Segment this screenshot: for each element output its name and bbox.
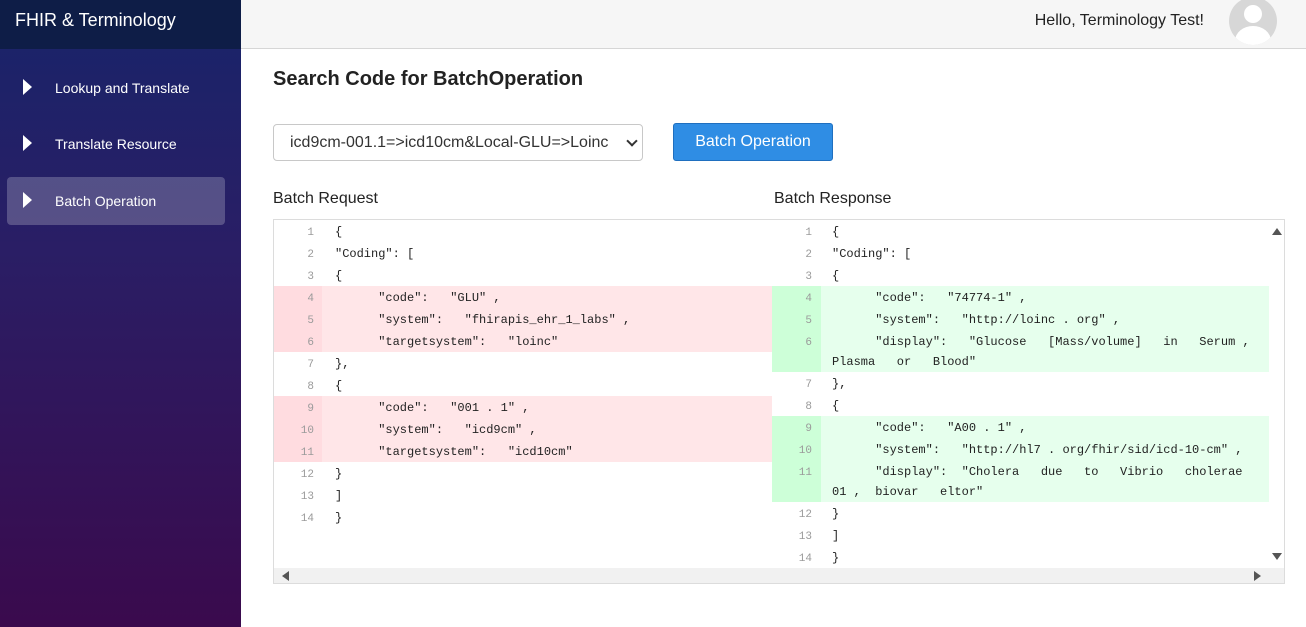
code-line: } [335,467,343,481]
line-number: 1 [805,227,812,239]
code-line: { [832,399,840,413]
line-number: 6 [805,337,812,349]
code-line: "code": "74774-1" , [832,291,1027,305]
caret-right-icon [23,192,32,208]
code-line: "system": "http://loinc . org" , [832,313,1121,327]
code-line: "Coding": [ [832,247,912,261]
line-number: 7 [805,379,812,391]
avatar-body-shape [1235,26,1271,45]
line-number: 13 [798,531,812,543]
code-line: { [832,225,840,239]
line-number: 4 [307,293,314,305]
caret-right-icon [23,135,32,151]
avatar-head-shape [1244,5,1262,23]
caret-right-icon [23,79,32,95]
line-number: 10 [300,425,314,437]
code-line: "targetsystem": "icd10cm" [335,445,573,459]
line-number: 9 [307,403,314,415]
code-line: 01 , biovar eltor" [832,485,984,499]
code-line: Plasma or Blood" [832,355,977,369]
code-line: "system": "icd9cm" , [335,423,537,437]
code-line: "code": "001 . 1" , [335,401,530,415]
line-number: 12 [798,509,812,521]
line-number: 8 [805,401,812,413]
code-line: "code": "GLU" , [335,291,501,305]
sidebar-item-label: Lookup and Translate [55,80,190,96]
line-number: 6 [307,337,314,349]
code-line: "targetsystem": "loinc" [335,335,559,349]
line-number: 7 [307,359,314,371]
code-line: } [832,551,840,565]
code-line: } [832,507,840,521]
line-number: 4 [805,293,812,305]
line-number: 11 [300,447,314,459]
code-line: ] [335,489,343,503]
code-line: { [335,225,343,239]
chevron-down-icon [626,135,638,147]
code-line: "display": "Cholera due to Vibrio choler… [832,465,1243,479]
horizontal-scrollbar[interactable] [274,568,1284,583]
top-header: Hello, Terminology Test! [241,0,1306,49]
scroll-left-arrow-icon[interactable] [282,571,289,581]
code-line: }, [832,377,847,391]
code-line: }, [335,357,350,371]
batch-response-label: Batch Response [774,190,892,207]
scroll-right-arrow-icon[interactable] [1254,571,1261,581]
user-greeting: Hello, Terminology Test! [1034,12,1204,29]
line-number: 10 [798,445,812,457]
scroll-up-arrow-icon[interactable] [1272,228,1282,235]
sidebar-item-label: Batch Operation [55,193,157,209]
line-number: 9 [805,423,812,435]
code-line: { [832,269,840,283]
batch-operation-button[interactable]: Batch Operation [673,123,833,161]
code-line: { [335,379,343,393]
scroll-down-arrow-icon[interactable] [1272,553,1282,560]
line-number: 3 [805,271,812,283]
line-number: 8 [307,381,314,393]
batch-code-select[interactable]: icd9cm-001.1=>icd10cm&Local-GLU=>Loinc [273,124,643,161]
page-title: Search Code for BatchOperation [273,68,584,90]
select-value: icd9cm-001.1=>icd10cm&Local-GLU=>Loinc [290,134,609,151]
line-number: 1 [307,227,314,239]
line-number: 11 [798,467,812,479]
sidebar: FHIR & Terminology Lookup and Translate … [0,0,241,627]
sidebar-item-batch-operation[interactable]: Batch Operation [7,177,225,225]
sidebar-item-lookup-and-translate[interactable]: Lookup and Translate [7,64,225,112]
line-number: 2 [307,249,314,261]
line-number: 5 [307,315,314,327]
line-number: 13 [300,491,314,503]
sidebar-item-translate-resource[interactable]: Translate Resource [7,120,225,168]
sidebar-item-label: Translate Resource [55,136,177,152]
code-line: { [335,269,343,283]
line-number: 14 [798,553,812,565]
diff-viewer[interactable]: 1 {2 "Coding": [ 3 {4 "code": "GLU" , 5 "syst… [273,219,1285,584]
line-number: 12 [300,469,314,481]
code-line: "Coding": [ [335,247,415,261]
code-line: ] [832,529,840,543]
avatar[interactable] [1229,0,1277,45]
line-number: 3 [307,271,314,283]
batch-request-label: Batch Request [273,190,378,207]
line-number: 5 [805,315,812,327]
code-line: "system": "fhirapis_ehr_1_labs" , [335,313,631,327]
code-line: "code": "A00 . 1" , [832,421,1027,435]
app-title: FHIR & Terminology [0,0,241,49]
line-number: 14 [300,513,314,525]
code-line: "system": "http://hl7 . org/fhir/sid/icd… [832,443,1243,457]
code-line: } [335,511,343,525]
line-number: 2 [805,249,812,261]
code-line: "display": "Glucose [Mass/volume] in Ser… [832,335,1250,349]
